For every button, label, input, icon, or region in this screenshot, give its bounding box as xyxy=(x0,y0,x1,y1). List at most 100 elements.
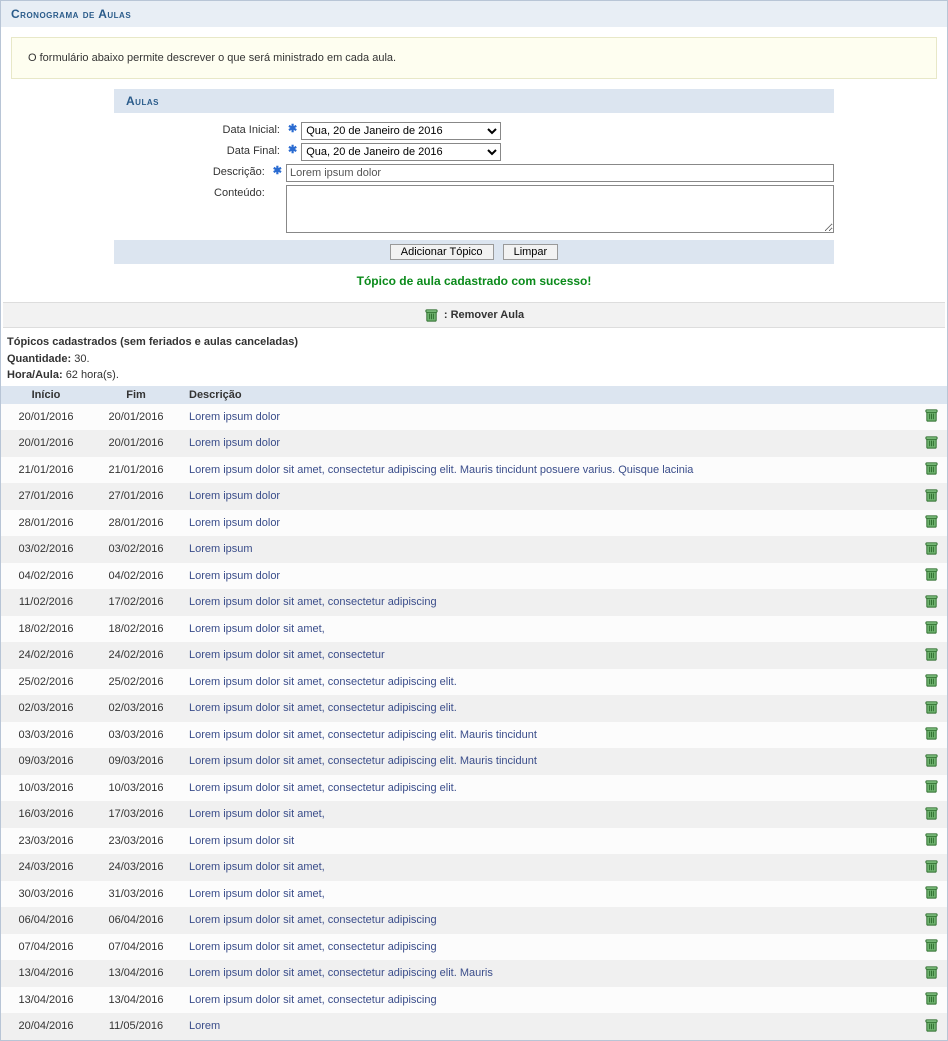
remover-aula-button[interactable] xyxy=(923,699,939,715)
table-row: 24/02/201624/02/2016Lorem ipsum dolor si… xyxy=(1,642,947,669)
remover-aula-button[interactable] xyxy=(923,1017,939,1033)
cell-inicio: 23/03/2016 xyxy=(1,828,91,855)
cell-fim: 03/02/2016 xyxy=(91,536,181,563)
cell-inicio: 13/04/2016 xyxy=(1,960,91,987)
remover-aula-button[interactable] xyxy=(923,408,939,424)
cell-action xyxy=(915,907,947,934)
cell-action xyxy=(915,563,947,590)
trash-icon xyxy=(424,307,440,323)
cell-fim: 17/02/2016 xyxy=(91,589,181,616)
hora-value: 62 hora(s). xyxy=(66,369,119,381)
cell-inicio: 28/01/2016 xyxy=(1,510,91,537)
aulas-panel: Aulas Data Inicial: ✱ Qua, 20 de Janeiro… xyxy=(114,89,834,264)
table-row: 03/03/201603/03/2016Lorem ipsum dolor si… xyxy=(1,722,947,749)
cell-fim: 06/04/2016 xyxy=(91,907,181,934)
table-row: 28/01/201628/01/2016Lorem ipsum dolor xyxy=(1,510,947,537)
meta-info: Tópicos cadastrados (sem feriados e aula… xyxy=(1,328,947,386)
cell-descricao: Lorem ipsum dolor xyxy=(181,430,915,457)
cell-inicio: 09/03/2016 xyxy=(1,748,91,775)
remover-aula-button[interactable] xyxy=(923,593,939,609)
remover-aula-button[interactable] xyxy=(923,620,939,636)
cell-descricao: Lorem ipsum dolor sit amet, xyxy=(181,616,915,643)
topicos-label: Tópicos cadastrados (sem feriados e aula… xyxy=(7,336,298,348)
remover-aula-button[interactable] xyxy=(923,779,939,795)
row-data-inicial: Data Inicial: ✱ Qua, 20 de Janeiro de 20… xyxy=(114,122,834,140)
cell-descricao: Lorem ipsum dolor sit amet, consectetur … xyxy=(181,960,915,987)
info-message: O formulário abaixo permite descrever o … xyxy=(11,37,937,79)
table-row: 13/04/201613/04/2016Lorem ipsum dolor si… xyxy=(1,987,947,1014)
remover-aula-button[interactable] xyxy=(923,487,939,503)
success-message: Tópico de aula cadastrado com sucesso! xyxy=(1,264,947,298)
cell-inicio: 20/01/2016 xyxy=(1,404,91,431)
legend-remover-label: : Remover Aula xyxy=(444,309,524,321)
remover-aula-button[interactable] xyxy=(923,434,939,450)
cell-inicio: 10/03/2016 xyxy=(1,775,91,802)
cell-fim: 07/04/2016 xyxy=(91,934,181,961)
cell-descricao: Lorem ipsum xyxy=(181,536,915,563)
cell-descricao: Lorem xyxy=(181,1013,915,1040)
label-data-final: Data Final: xyxy=(114,143,284,157)
table-row: 20/04/201611/05/2016Lorem xyxy=(1,1013,947,1040)
cell-inicio: 21/01/2016 xyxy=(1,457,91,484)
remover-aula-button[interactable] xyxy=(923,673,939,689)
data-inicial-select[interactable]: Qua, 20 de Janeiro de 2016 xyxy=(301,122,501,140)
remover-aula-button[interactable] xyxy=(923,726,939,742)
data-final-select[interactable]: Qua, 20 de Janeiro de 2016 xyxy=(301,143,501,161)
remover-aula-button[interactable] xyxy=(923,461,939,477)
cell-fim: 20/01/2016 xyxy=(91,430,181,457)
table-row: 10/03/201610/03/2016Lorem ipsum dolor si… xyxy=(1,775,947,802)
cell-inicio: 03/02/2016 xyxy=(1,536,91,563)
remover-aula-button[interactable] xyxy=(923,991,939,1007)
cell-descricao: Lorem ipsum dolor xyxy=(181,510,915,537)
conteudo-textarea[interactable] xyxy=(286,185,834,233)
topicos-table: Início Fim Descrição 20/01/201620/01/201… xyxy=(1,386,947,1040)
cell-descricao: Lorem ipsum dolor sit amet, consectetur … xyxy=(181,987,915,1014)
remover-aula-button[interactable] xyxy=(923,567,939,583)
cell-fim: 17/03/2016 xyxy=(91,801,181,828)
remover-aula-button[interactable] xyxy=(923,885,939,901)
cell-inicio: 18/02/2016 xyxy=(1,616,91,643)
cell-inicio: 07/04/2016 xyxy=(1,934,91,961)
cell-fim: 21/01/2016 xyxy=(91,457,181,484)
table-row: 07/04/201607/04/2016Lorem ipsum dolor si… xyxy=(1,934,947,961)
cell-action xyxy=(915,510,947,537)
remover-aula-button[interactable] xyxy=(923,938,939,954)
cell-fim: 18/02/2016 xyxy=(91,616,181,643)
table-row: 09/03/201609/03/2016Lorem ipsum dolor si… xyxy=(1,748,947,775)
table-row: 04/02/201604/02/2016Lorem ipsum dolor xyxy=(1,563,947,590)
label-descricao: Descrição: xyxy=(114,164,269,178)
remover-aula-button[interactable] xyxy=(923,832,939,848)
cell-fim: 25/02/2016 xyxy=(91,669,181,696)
cell-descricao: Lorem ipsum dolor sit amet, consectetur … xyxy=(181,589,915,616)
table-row: 30/03/201631/03/2016Lorem ipsum dolor si… xyxy=(1,881,947,908)
cell-fim: 20/01/2016 xyxy=(91,404,181,431)
cell-inicio: 11/02/2016 xyxy=(1,589,91,616)
required-star-icon: ✱ xyxy=(288,122,297,135)
remover-aula-button[interactable] xyxy=(923,805,939,821)
cell-action xyxy=(915,722,947,749)
cell-action xyxy=(915,775,947,802)
remover-aula-button[interactable] xyxy=(923,752,939,768)
th-inicio: Início xyxy=(1,386,91,404)
descricao-input[interactable] xyxy=(286,164,834,182)
required-star-icon: ✱ xyxy=(273,164,282,177)
remover-aula-button[interactable] xyxy=(923,646,939,662)
cell-action xyxy=(915,669,947,696)
remover-aula-button[interactable] xyxy=(923,514,939,530)
remover-aula-button[interactable] xyxy=(923,540,939,556)
cell-inicio: 25/02/2016 xyxy=(1,669,91,696)
cell-descricao: Lorem ipsum dolor sit amet, xyxy=(181,801,915,828)
cell-inicio: 04/02/2016 xyxy=(1,563,91,590)
remover-aula-button[interactable] xyxy=(923,911,939,927)
cell-inicio: 02/03/2016 xyxy=(1,695,91,722)
cell-inicio: 27/01/2016 xyxy=(1,483,91,510)
cell-descricao: Lorem ipsum dolor sit amet, consectetur xyxy=(181,642,915,669)
remover-aula-button[interactable] xyxy=(923,964,939,980)
remover-aula-button[interactable] xyxy=(923,858,939,874)
adicionar-topico-button[interactable]: Adicionar Tópico xyxy=(390,244,494,260)
cell-descricao: Lorem ipsum dolor sit amet, consectetur … xyxy=(181,748,915,775)
label-data-inicial: Data Inicial: xyxy=(114,122,284,136)
table-row: 25/02/201625/02/2016Lorem ipsum dolor si… xyxy=(1,669,947,696)
limpar-button[interactable]: Limpar xyxy=(503,244,559,260)
cell-fim: 24/02/2016 xyxy=(91,642,181,669)
